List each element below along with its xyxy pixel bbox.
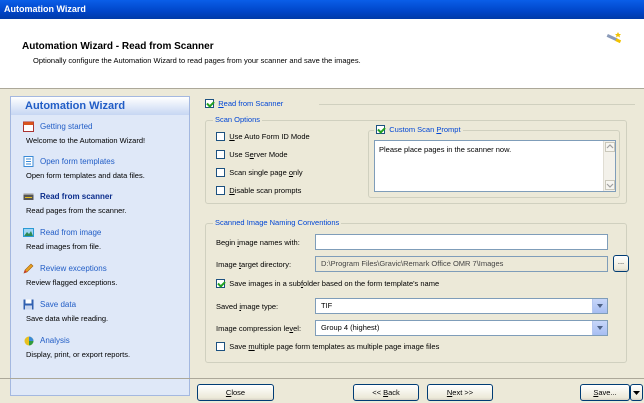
- browse-button[interactable]: ...: [613, 255, 629, 272]
- image-target-directory-input: D:\Program Files\Gravic\Remark Office OM…: [315, 256, 608, 272]
- naming-conventions-group: Scanned Image Naming Conventions Begin i…: [205, 218, 629, 363]
- chevron-down-icon: [606, 183, 614, 188]
- chevron-down-icon[interactable]: [592, 299, 607, 313]
- magic-wand-icon: [606, 32, 622, 44]
- scan-options-group: Scan Options Use Auto Form ID Mode Use S…: [205, 115, 627, 204]
- sidebar-title: Automation Wizard: [11, 97, 189, 115]
- sidebar-item-label: Analysis: [40, 336, 70, 345]
- sidebar-item-desc: Read images from file.: [26, 242, 102, 251]
- custom-scan-prompt-textarea[interactable]: Please place pages in the scanner now.: [374, 140, 616, 192]
- scan-single-page-checkbox[interactable]: Scan single page only: [216, 168, 303, 178]
- image-compression-level-select[interactable]: Group 4 (highest): [315, 320, 608, 336]
- footer-divider: [0, 378, 644, 379]
- saved-image-type-select[interactable]: TIF: [315, 298, 608, 314]
- checkbox-box[interactable]: [216, 132, 225, 142]
- sidebar-item-desc: Welcome to the Automation Wizard!: [26, 136, 146, 145]
- image-compression-level-value: Group 4 (highest): [321, 323, 380, 332]
- scroll-down-button[interactable]: [605, 180, 615, 190]
- save-dropdown-button[interactable]: [630, 384, 643, 401]
- custom-scan-prompt-group: Custom Scan Prompt Please place pages in…: [368, 125, 620, 198]
- sidebar-item-open-form-templates[interactable]: Open form templates Open form templates …: [23, 156, 188, 180]
- sidebar-item-label: Read from scanner: [40, 192, 113, 201]
- save-multiple-page-checkbox[interactable]: Save multiple page form templates as mul…: [216, 342, 439, 352]
- sidebar-item-save-data[interactable]: Save data Save data while reading.: [23, 299, 188, 323]
- sidebar-item-analysis[interactable]: Analysis Display, print, or export repor…: [23, 335, 188, 359]
- page-title: Automation Wizard - Read from Scanner: [22, 41, 214, 52]
- begin-image-names-input[interactable]: [315, 234, 608, 250]
- floppy-icon: [23, 299, 34, 310]
- use-auto-form-id-checkbox[interactable]: Use Auto Form ID Mode: [216, 132, 310, 142]
- page-subtitle: Optionally configure the Automation Wiza…: [33, 56, 361, 65]
- sidebar-item-desc: Save data while reading.: [26, 314, 109, 323]
- save-in-subfolder-checkbox[interactable]: Save images in a subfolder based on the …: [216, 279, 439, 289]
- window-title-bar[interactable]: Automation Wizard: [0, 0, 644, 19]
- form-icon: [23, 156, 34, 167]
- saved-image-type-label: Saved image type:: [216, 302, 279, 311]
- next-button[interactable]: Next >>: [427, 384, 493, 401]
- checkbox-box[interactable]: [216, 342, 225, 352]
- chevron-down-icon[interactable]: [592, 321, 607, 335]
- scrollbar[interactable]: [603, 141, 615, 191]
- checkbox-box[interactable]: [205, 99, 214, 109]
- save-button[interactable]: Save...: [580, 384, 630, 401]
- chevron-down-icon: [633, 391, 640, 395]
- analysis-icon: [24, 336, 34, 346]
- checkbox-box[interactable]: [216, 186, 225, 196]
- window-title: Automation Wizard: [4, 4, 86, 14]
- image-icon: [23, 228, 34, 237]
- read-from-scanner-label: Read from Scanner: [218, 99, 284, 108]
- sidebar-item-label: Save data: [40, 300, 77, 309]
- sidebar-item-label: Review exceptions: [40, 264, 107, 273]
- checkbox-box[interactable]: [216, 279, 225, 289]
- sidebar-item-label: Open form templates: [40, 157, 115, 166]
- wizard-sidebar: Automation Wizard Getting started Welcom…: [10, 96, 190, 396]
- scan-options-legend: Scan Options: [213, 115, 263, 124]
- checkbox-box[interactable]: [376, 125, 385, 135]
- close-button[interactable]: Close: [197, 384, 274, 401]
- sidebar-item-desc: Review flagged exceptions.: [26, 278, 118, 287]
- sidebar-item-desc: Open form templates and data files.: [26, 171, 145, 180]
- disable-scan-prompts-checkbox[interactable]: Disable scan prompts: [216, 186, 301, 196]
- checkbox-box[interactable]: [216, 168, 225, 178]
- wizard-header: Automation Wizard - Read from Scanner Op…: [0, 19, 644, 89]
- saved-image-type-value: TIF: [321, 301, 333, 310]
- read-from-scanner-checkbox[interactable]: Read from Scanner: [205, 99, 284, 109]
- chevron-up-icon: [606, 144, 614, 149]
- checkbox-box[interactable]: [216, 150, 225, 160]
- sidebar-item-desc: Read pages from the scanner.: [26, 206, 127, 215]
- sidebar-item-read-from-image[interactable]: Read from image Read images from file.: [23, 227, 188, 251]
- sidebar-item-getting-started[interactable]: Getting started Welcome to the Automatio…: [23, 121, 188, 145]
- custom-scan-prompt-checkbox[interactable]: Custom Scan Prompt: [374, 125, 463, 135]
- sidebar-item-label: Getting started: [40, 122, 93, 131]
- begin-image-names-label: Begin image names with:: [216, 238, 300, 247]
- sidebar-item-label: Read from image: [40, 228, 102, 237]
- scroll-up-button[interactable]: [605, 142, 615, 152]
- naming-conventions-legend: Scanned Image Naming Conventions: [213, 218, 342, 227]
- custom-scan-prompt-text: Please place pages in the scanner now.: [379, 145, 512, 154]
- image-compression-level-label: Image compression level:: [216, 324, 302, 333]
- use-server-mode-checkbox[interactable]: Use Server Mode: [216, 150, 288, 160]
- wizard-main-panel: Read from Scanner Scan Options Use Auto …: [197, 96, 637, 376]
- back-button[interactable]: << Back: [353, 384, 419, 401]
- sidebar-item-read-from-scanner[interactable]: Read from scanner Read pages from the sc…: [23, 191, 188, 215]
- pencil-icon: [23, 263, 34, 274]
- sidebar-item-review-exceptions[interactable]: Review exceptions Review flagged excepti…: [23, 263, 188, 287]
- section-divider: [319, 104, 635, 105]
- sidebar-item-desc: Display, print, or export reports.: [26, 350, 131, 359]
- image-target-directory-label: Image target directory:: [216, 260, 292, 269]
- calendar-icon: [23, 121, 34, 132]
- scanner-icon: [23, 193, 34, 200]
